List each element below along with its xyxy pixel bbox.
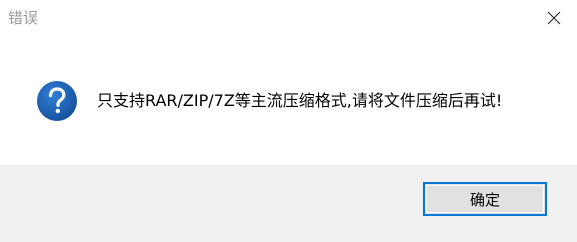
close-icon — [547, 11, 561, 25]
close-button[interactable] — [531, 0, 577, 36]
question-icon — [37, 81, 77, 121]
ok-button[interactable]: 确定 — [423, 182, 547, 216]
dialog-content: 只支持RAR/ZIP/7Z等主流压缩格式,请将文件压缩后再试! — [0, 36, 577, 165]
error-message: 只支持RAR/ZIP/7Z等主流压缩格式,请将文件压缩后再试! — [97, 91, 503, 110]
button-bar: 确定 — [0, 165, 577, 242]
window-title: 错误 — [8, 9, 39, 27]
ok-button-label: 确定 — [469, 190, 500, 209]
title-bar: 错误 — [0, 0, 577, 36]
error-dialog: 错误 只支持RAR/ZIP/7Z等主流压缩格式,请将文件压缩后再试! 确定 — [0, 0, 577, 242]
